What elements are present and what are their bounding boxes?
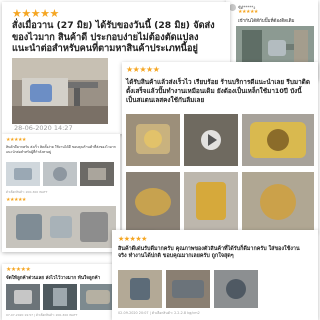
- review-card-bottom-left: ★★★★★ จัดให้ลูกค้าด่วนเลย ส่งไวไว้วางมาก…: [2, 264, 120, 320]
- pump-photo-graphic: [6, 162, 40, 186]
- pump-photo-graphic: [43, 284, 77, 310]
- review-photo: [6, 162, 40, 186]
- rating-stars: ★★★★★: [238, 9, 258, 15]
- review-meta: ตัวเลือกสินค้า: 200-300 WATT: [6, 190, 48, 194]
- pump-photo-graphic: [6, 284, 40, 310]
- rating-stars: ★★★★★: [12, 7, 59, 20]
- review-photo: [118, 270, 162, 308]
- review-text: สินค้าดีมากครับ ส่งเร็ว ติดตั้งง่าย ใช้ง…: [6, 145, 116, 154]
- pump-photo-graphic: [80, 284, 116, 310]
- rating-stars: ★★★★★: [6, 197, 26, 203]
- review-photo: [166, 270, 210, 308]
- rating-stars: ★★★★★: [126, 65, 160, 74]
- review-video-thumbnail[interactable]: [184, 114, 238, 166]
- review-text: ได้รับสินค้าแล้วส่งเร็วไว เรียบร้อย ร้าน…: [126, 78, 310, 104]
- rating-stars: ★★★★★: [6, 266, 31, 273]
- review-meta: 02-09-2020 20:07 | ตัวเลือกสินค้า: 2.2-2…: [118, 311, 200, 315]
- pump-photo-graphic: [118, 270, 162, 308]
- review-card-small-right: ★★★★★: [98, 168, 320, 230]
- avatar: [229, 4, 236, 11]
- review-photo: [12, 58, 108, 124]
- pump-photo-graphic: [43, 162, 77, 186]
- review-photo: [43, 162, 77, 186]
- review-photo: [80, 284, 116, 310]
- review-text: เข้ากันได้ดีกับปั๊มที่ต้องติดเดิม: [238, 19, 295, 24]
- review-text: จัดให้ลูกค้าด่วนเลย ส่งไวไว้วางมาก ทันใจ…: [6, 276, 101, 281]
- pump-installation-photo: [12, 58, 108, 124]
- review-text: สินค้าดีเด่นรับดีมากครับ คุณภาพของตัวสิน…: [118, 246, 300, 260]
- review-text: สั่งเมื่อวาน (27 มิย) ได้รับของวันนี้ (2…: [12, 20, 215, 54]
- review-photo: [43, 284, 77, 310]
- review-photo-2: [242, 114, 314, 166]
- review-photo-1: [126, 114, 180, 166]
- review-card-bottom-right: ★★★★★ สินค้าดีเด่นรับดีมากครับ คุณภาพของ…: [112, 230, 318, 320]
- rating-stars: ★★★★★: [118, 235, 147, 243]
- pump-photo-graphic: [166, 270, 210, 308]
- rating-stars: ★★★★★: [6, 137, 26, 143]
- review-date: 28-06-2020 14:27: [14, 124, 73, 132]
- play-icon[interactable]: [184, 114, 238, 166]
- pump-photo-graphic: [242, 114, 314, 166]
- pump-photo-graphic: [126, 114, 180, 166]
- pump-photo-graphic: [214, 270, 258, 308]
- review-photo: [6, 284, 40, 310]
- review-photo: [214, 270, 258, 308]
- review-meta: 07-07-2020 19:57 | ตัวเลือกสินค้า: 200-3…: [6, 313, 78, 317]
